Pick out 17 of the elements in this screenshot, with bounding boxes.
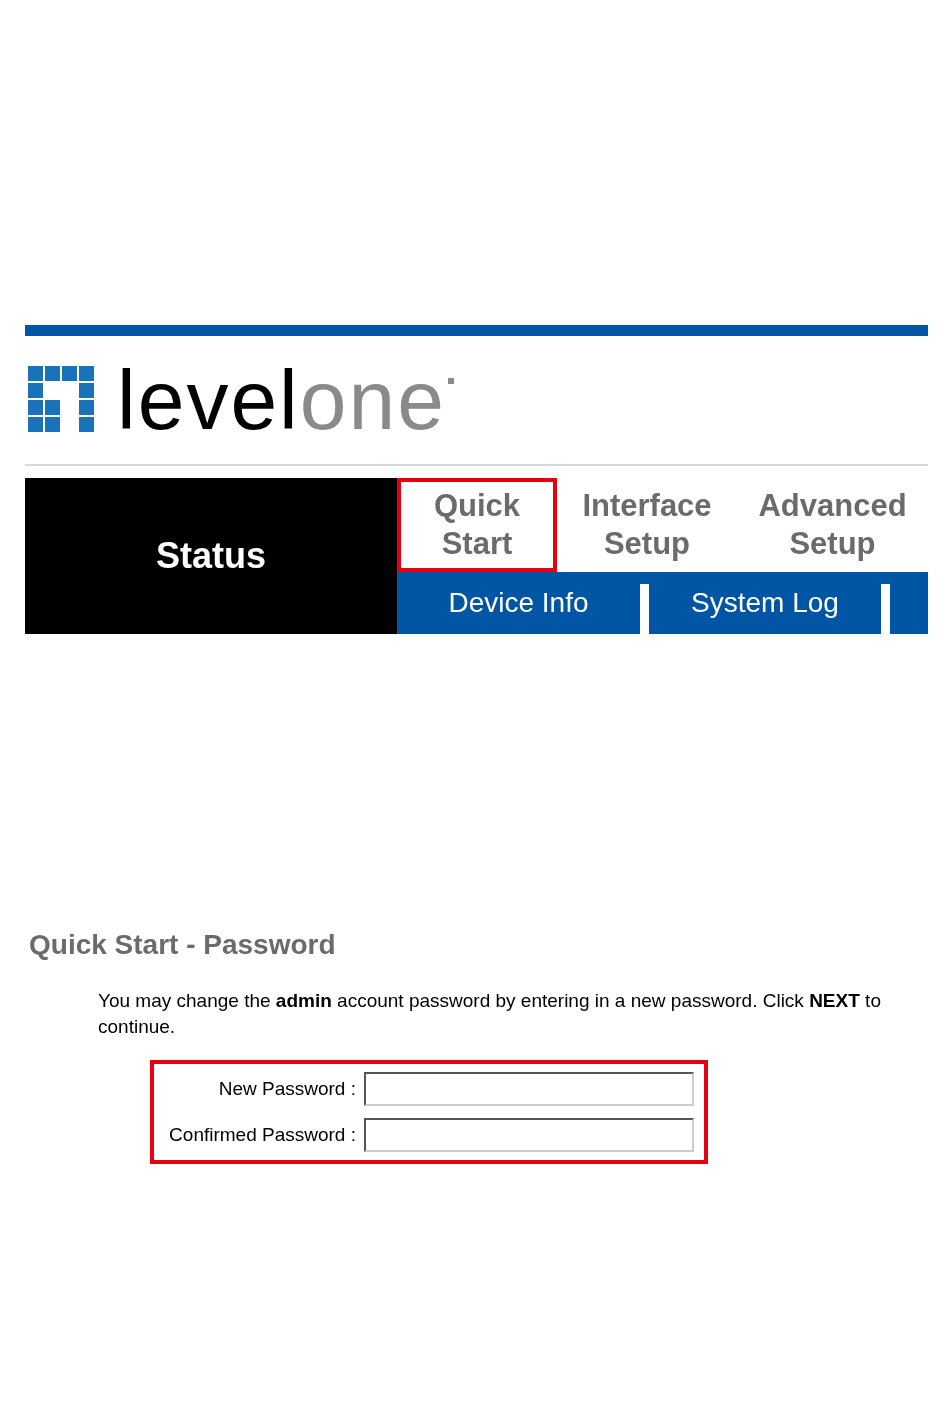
tab-separator — [881, 584, 890, 634]
nav-tab[interactable]: Interface Setup — [557, 478, 737, 572]
sub-tab[interactable]: System Log — [649, 572, 881, 634]
password-field[interactable] — [364, 1072, 694, 1106]
page-title: Quick Start - Password — [28, 928, 337, 962]
status-tab[interactable]: Status — [25, 478, 397, 634]
logo-wordmark: levelone — [117, 358, 446, 442]
nav-tab[interactable]: Quick Start — [397, 478, 557, 572]
description-text: You may change the admin account password by entering in a new password. Click NEXT to continue. — [98, 989, 882, 1039]
logo-icon — [27, 365, 97, 435]
nav-tab[interactable]: Advanced Setup — [737, 478, 928, 572]
tab-separator — [640, 584, 649, 634]
registered-mark-icon — [447, 378, 454, 384]
password-field[interactable] — [364, 1118, 694, 1152]
field-label: Confirmed Password : — [168, 1122, 357, 1147]
sub-tab[interactable]: Device Info — [397, 572, 640, 634]
field-label: New Password : — [217, 1076, 357, 1101]
